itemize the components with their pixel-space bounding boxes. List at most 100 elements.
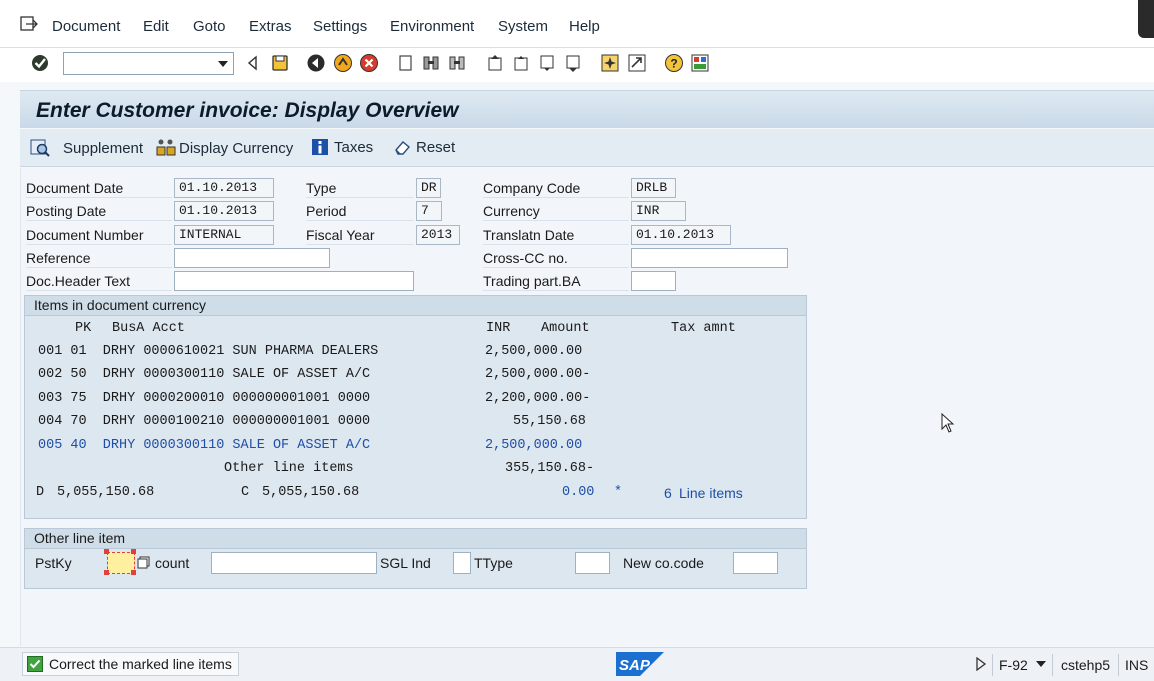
customize-layout-icon[interactable]	[690, 53, 710, 73]
period-label: Period	[306, 201, 414, 221]
line-item-row[interactable]: 004 70 DRHY 0000100210 000000001001 0000	[38, 414, 370, 429]
debit-total: 5,055,150.68	[57, 485, 155, 500]
line-item-row[interactable]: 003 75 DRHY 0000200010 000000001001 0000	[38, 391, 370, 406]
selection-handle	[104, 570, 109, 575]
menu-environment[interactable]: Environment	[390, 18, 474, 35]
line-item-row[interactable]: 001 01 DRHY 0000610021 SUN PHARMA DEALER…	[38, 344, 378, 359]
last-page-icon[interactable]	[563, 53, 583, 73]
trading-part-label: Trading part.BA	[483, 271, 629, 291]
pstky-label: PstKy	[35, 555, 72, 571]
credit-prefix: C	[241, 485, 250, 500]
mouse-cursor-icon	[941, 413, 955, 433]
reference-field[interactable]	[174, 248, 330, 268]
menu-system[interactable]: System	[498, 18, 548, 35]
exit-up-icon[interactable]	[333, 53, 353, 73]
other-line-item-title: Other line item	[25, 529, 806, 549]
reset-button[interactable]: Reset	[393, 138, 455, 156]
fiscal-year-field[interactable]: 2013	[416, 225, 460, 245]
menu-extras[interactable]: Extras	[249, 18, 292, 35]
new-co-code-field[interactable]	[733, 552, 778, 574]
document-number-field[interactable]: INTERNAL	[174, 225, 274, 245]
possible-entries-icon[interactable]	[137, 556, 151, 570]
status-expand-icon[interactable]	[975, 657, 987, 671]
save-icon[interactable]	[270, 53, 290, 73]
doc-header-text-field[interactable]	[174, 271, 414, 291]
cross-cc-field[interactable]	[631, 248, 788, 268]
type-field[interactable]: DR	[416, 178, 441, 198]
display-currency-label: Display Currency	[179, 139, 294, 157]
sgl-ind-label: SGL Ind	[380, 555, 431, 571]
previous-page-icon[interactable]	[511, 53, 531, 73]
selection-handle	[104, 549, 109, 554]
company-code-field[interactable]: DRLB	[631, 178, 676, 198]
fiscal-year-label: Fiscal Year	[306, 225, 414, 245]
account-field[interactable]	[211, 552, 377, 574]
line-item-amount: 55,150.68	[513, 414, 586, 429]
period-field[interactable]: 7	[416, 201, 442, 221]
currency-icon	[156, 139, 176, 156]
doc-header-text-label: Doc.Header Text	[26, 271, 172, 291]
posting-date-field[interactable]: 01.10.2013	[174, 201, 274, 221]
selection-handle	[131, 570, 136, 575]
line-count: 6	[664, 485, 672, 501]
menu-edit[interactable]: Edit	[143, 18, 169, 35]
display-currency-button[interactable]: Display Currency	[156, 138, 293, 158]
reference-label: Reference	[26, 248, 172, 268]
currency-field[interactable]: INR	[631, 201, 686, 221]
line-item-row[interactable]: 002 50 DRHY 0000300110 SALE OF ASSET A/C	[38, 367, 370, 382]
taxes-button[interactable]: Taxes	[311, 138, 373, 156]
info-icon	[312, 139, 328, 155]
find-icon[interactable]	[421, 53, 441, 73]
supplement-label: Supplement	[63, 139, 144, 157]
next-page-icon[interactable]	[537, 53, 557, 73]
shortcut-icon[interactable]	[627, 53, 647, 73]
status-separator	[1118, 654, 1119, 676]
debit-prefix: D	[36, 485, 45, 500]
supplement-button[interactable]: Supplement	[30, 138, 143, 158]
line-item-amount: 2,500,000.00	[485, 438, 583, 453]
create-session-icon[interactable]	[600, 53, 620, 73]
svg-text:?: ?	[670, 57, 677, 71]
status-message[interactable]: Correct the marked line items	[22, 652, 239, 676]
status-separator	[1052, 654, 1053, 676]
selection-handle	[131, 549, 136, 554]
chevron-down-icon[interactable]	[218, 61, 228, 67]
reset-label: Reset	[416, 138, 456, 156]
ttype-label: TType	[474, 555, 513, 571]
sgl-ind-field[interactable]	[453, 552, 471, 574]
menu-help[interactable]: Help	[569, 18, 600, 35]
ttype-field[interactable]	[575, 552, 610, 574]
balance-value: 0.00	[562, 485, 595, 500]
first-page-icon[interactable]	[485, 53, 505, 73]
column-header-currency: INR	[486, 321, 511, 336]
translatn-date-label: Translatn Date	[483, 225, 629, 245]
back-icon[interactable]	[306, 53, 326, 73]
find-next-icon[interactable]	[447, 53, 467, 73]
trading-part-field[interactable]	[631, 271, 676, 291]
back-arrow-icon[interactable]	[243, 53, 263, 73]
line-item-row[interactable]: 005 40 DRHY 0000300110 SALE OF ASSET A/C	[38, 438, 370, 453]
page-title: Enter Customer invoice: Display Overview	[36, 99, 459, 122]
other-line-items-amount: 355,150.68-	[505, 461, 595, 476]
print-icon[interactable]	[396, 53, 416, 73]
menu-document[interactable]: Document	[52, 18, 120, 35]
line-items-label: Line items	[679, 485, 743, 501]
column-header-amount: Amount	[541, 321, 590, 336]
menu-goto[interactable]: Goto	[193, 18, 226, 35]
cancel-icon[interactable]	[359, 53, 379, 73]
document-date-field[interactable]: 01.10.2013	[174, 178, 274, 198]
enter-icon[interactable]	[30, 53, 50, 73]
exit-icon[interactable]	[20, 16, 38, 32]
line-item-amount: 2,200,000.00-	[485, 391, 591, 406]
help-icon[interactable]: ?	[664, 53, 684, 73]
window-control[interactable]	[1138, 0, 1154, 38]
command-field[interactable]	[63, 52, 234, 75]
menu-settings[interactable]: Settings	[313, 18, 367, 35]
transaction-code[interactable]: F-92	[999, 657, 1028, 673]
supplement-icon	[30, 139, 50, 157]
items-group-title: Items in document currency	[25, 296, 806, 316]
translatn-date-field[interactable]: 01.10.2013	[631, 225, 731, 245]
server-name: cstehp5	[1061, 657, 1111, 673]
chevron-down-icon[interactable]	[1036, 661, 1046, 667]
taxes-label: Taxes	[334, 138, 374, 156]
